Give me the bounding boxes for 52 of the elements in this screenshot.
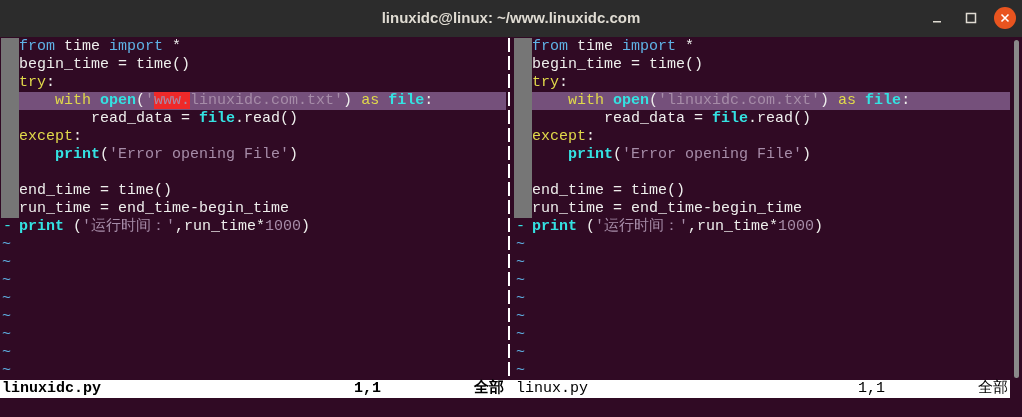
cursor-position: 1,1 (354, 380, 382, 398)
empty-line-marker: ~ (516, 254, 525, 271)
empty-line-marker: ~ (516, 326, 525, 343)
code-line: begin_time = time() (532, 56, 704, 73)
code-line: from time import * (532, 38, 695, 55)
close-icon[interactable] (994, 7, 1016, 29)
code-line: try: (532, 74, 569, 91)
code-line: print ('运行时间：',run_time*1000) (19, 218, 311, 235)
empty-line-marker: ~ (2, 254, 11, 271)
code-line: except: (532, 128, 596, 145)
code-line: run_time = end_time-begin_time (19, 200, 290, 217)
empty-line-marker: ~ (516, 236, 525, 253)
scrollbar[interactable] (1013, 40, 1019, 378)
empty-line-marker: ~ (516, 362, 525, 379)
code-line: print ('运行时间：',run_time*1000) (532, 218, 824, 235)
code-line: print('Error opening File') (54, 146, 299, 163)
code-line: end_time = time() (532, 182, 686, 199)
empty-line-marker: ~ (516, 272, 525, 289)
window-title: linuxidc@linux: ~/www.linuxidc.com (381, 8, 641, 29)
empty-line-marker: ~ (516, 308, 525, 325)
fold-marker: - (515, 218, 526, 236)
empty-line-marker: ~ (516, 344, 525, 361)
scroll-position: 全部 (978, 380, 1009, 398)
empty-line-marker: ~ (2, 272, 11, 289)
empty-line-marker: ~ (2, 362, 11, 379)
empty-line-marker: ~ (2, 326, 11, 343)
sign-column (1, 38, 19, 56)
code-line: except: (19, 128, 83, 145)
cursor-position: 1,1 (858, 380, 886, 398)
empty-line-marker: ~ (2, 344, 11, 361)
sign-column (1, 200, 19, 218)
code-line: end_time = time() (19, 182, 173, 199)
code-line: from time import * (19, 38, 182, 55)
code-line: run_time = end_time-begin_time (532, 200, 803, 217)
sign-column (514, 38, 532, 56)
empty-line-marker: ~ (516, 290, 525, 307)
file-name: linux.py (515, 380, 589, 398)
empty-line-marker: ~ (2, 290, 11, 307)
code-line: read_data = file.read() (603, 110, 812, 127)
empty-line-marker: ~ (2, 236, 11, 253)
empty-line-marker: ~ (2, 308, 11, 325)
code-line: with open('linuxidc.com.txt') as file: (567, 92, 911, 109)
split-divider[interactable] (506, 38, 514, 398)
code-line: read_data = file.read() (90, 110, 299, 127)
code-line: print('Error opening File') (567, 146, 812, 163)
fold-marker: - (2, 218, 13, 236)
file-name: linuxidc.py (1, 380, 103, 398)
code-line: with open('www.linuxidc.com.txt') as file: (54, 92, 434, 109)
code-line: try: (19, 74, 56, 91)
code-line: begin_time = time() (19, 56, 191, 73)
sign-column (514, 200, 532, 218)
scroll-position: 全部 (474, 380, 505, 398)
